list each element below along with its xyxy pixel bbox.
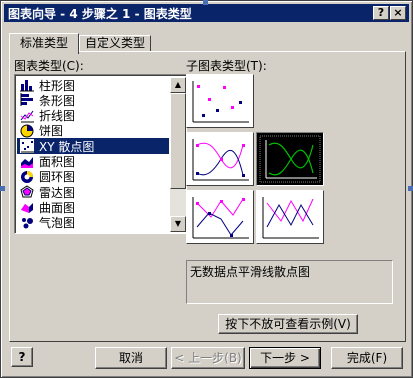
help-icon[interactable]: ? xyxy=(11,347,33,367)
next-button[interactable]: 下一步 > xyxy=(249,347,321,369)
area-chart-icon xyxy=(20,154,34,169)
title-close-button[interactable]: × xyxy=(390,6,406,20)
preview-sample-button[interactable]: 按下不放可查看示例(V) xyxy=(218,314,358,334)
lines-markers-icon xyxy=(192,197,249,239)
resize-grip-right[interactable] xyxy=(408,186,413,191)
subtype-smooth-lines-markers[interactable] xyxy=(186,132,254,186)
subtype-description: 无数据点平滑线散点图 xyxy=(186,260,393,304)
bar-chart-icon xyxy=(20,93,34,108)
smooth-lines-icon xyxy=(259,135,321,183)
back-button[interactable]: < 上一步(B) xyxy=(171,347,245,369)
surface-chart-icon xyxy=(20,200,34,215)
subtype-label: 子图表类型(T): xyxy=(186,59,267,73)
resize-grip-top[interactable] xyxy=(203,0,208,5)
smooth-lines-markers-icon xyxy=(192,139,249,181)
chart-type-item-label: 气泡图 xyxy=(39,216,76,231)
doughnut-chart-icon xyxy=(20,169,34,184)
chart-wizard-dialog: 图表向导 - 4 步骤之 1 - 图表类型 ? × 标准类型 自定义类型 图表类… xyxy=(0,0,413,378)
chart-type-item[interactable]: 柱形图 xyxy=(17,77,169,93)
chart-type-item[interactable]: 折线图 xyxy=(17,108,169,124)
dialog-title: 图表向导 - 4 步骤之 1 - 图表类型 xyxy=(8,6,192,21)
cancel-button[interactable]: 取消 xyxy=(95,347,167,369)
resize-grip-left[interactable] xyxy=(0,186,5,191)
chart-type-item[interactable]: 面积图 xyxy=(17,154,169,170)
chart-type-item[interactable]: 雷达图 xyxy=(17,184,169,200)
chart-type-item[interactable]: 圆环图 xyxy=(17,169,169,185)
title-bar: 图表向导 - 4 步骤之 1 - 图表类型 ? × xyxy=(4,4,409,22)
chart-type-item[interactable]: 饼图 xyxy=(17,123,169,139)
chart-type-item[interactable]: XY 散点图 xyxy=(17,138,169,155)
chart-type-item[interactable]: 曲面图 xyxy=(17,199,169,215)
finish-button[interactable]: 完成(F) xyxy=(331,347,403,369)
chart-type-scrollbar[interactable]: ▲ ▼ xyxy=(170,77,186,232)
subtype-lines-markers[interactable] xyxy=(186,190,254,244)
scroll-down-arrow-icon[interactable]: ▼ xyxy=(170,216,186,232)
scatter-chart-icon xyxy=(20,139,34,154)
tab-panel: 图表类型(C): 柱形图 条形图 折线图 饼图 XY 散点图 面积图 圆环图 雷达图 曲面图 气泡… xyxy=(9,51,406,342)
subtype-smooth-lines-no-markers[interactable] xyxy=(256,132,324,186)
chart-type-item[interactable]: 条形图 xyxy=(17,92,169,108)
scroll-up-arrow-icon[interactable]: ▲ xyxy=(170,77,186,93)
line-chart-icon xyxy=(20,108,34,123)
tab-standard-types[interactable]: 标准类型 xyxy=(9,33,79,54)
subtype-lines-no-markers[interactable] xyxy=(256,190,324,244)
tab-custom-types[interactable]: 自定义类型 xyxy=(79,35,151,52)
lines-icon xyxy=(262,197,319,239)
scroll-thumb[interactable] xyxy=(170,93,186,189)
chart-type-item[interactable]: 气泡图 xyxy=(17,215,169,231)
chart-type-list[interactable]: 柱形图 条形图 折线图 饼图 XY 散点图 面积图 圆环图 雷达图 曲面图 气泡图 ▲ ▼ xyxy=(14,74,187,234)
subtype-scatter-markers[interactable] xyxy=(186,74,254,128)
scatter-markers-icon xyxy=(192,81,249,123)
title-help-button[interactable]: ? xyxy=(373,6,389,20)
bubble-chart-icon xyxy=(20,215,34,230)
pie-chart-icon xyxy=(20,123,34,138)
column-chart-icon xyxy=(20,78,34,92)
chart-type-label: 图表类型(C): xyxy=(14,59,84,73)
radar-chart-icon xyxy=(20,185,34,200)
